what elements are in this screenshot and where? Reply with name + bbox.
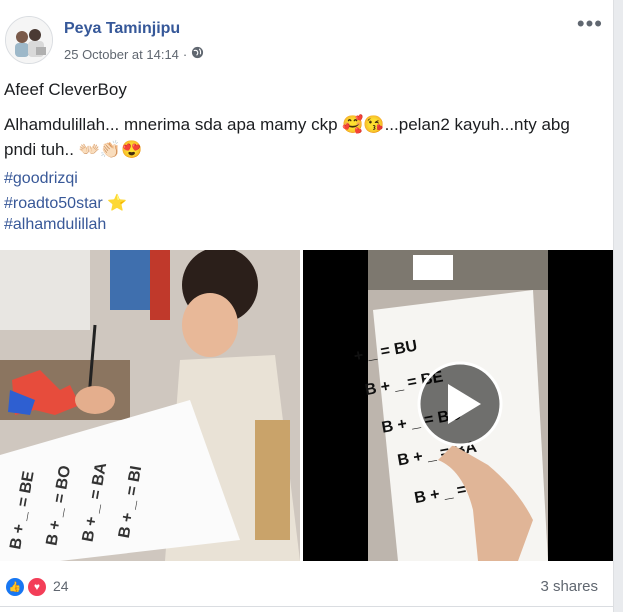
love-icon[interactable]: ♥ [26, 576, 48, 598]
post-title: Afeef CleverBoy [4, 80, 127, 99]
post-body: Alhamdulillah... mnerima sda apa mamy ck… [4, 115, 570, 159]
globe-icon[interactable] [191, 46, 204, 62]
post-card: Peya Taminjipu 25 October at 14:14 · •••… [0, 0, 614, 612]
post-video[interactable]: + _ = BU B + _ = BE B + _ = BO B + _ = B… [303, 250, 613, 561]
post-meta: 25 October at 14:14 · [64, 46, 204, 62]
author-avatar[interactable] [5, 16, 53, 64]
post-photo[interactable]: B + _ = BE B + _ = BO B + _ = BA B + _ =… [0, 250, 300, 561]
hashtag-link[interactable]: #roadto50star ⭐ [4, 193, 127, 213]
like-icon[interactable]: 👍 [4, 576, 26, 598]
more-options-icon[interactable]: ••• [577, 13, 603, 35]
shares-count[interactable]: 3 shares [540, 578, 598, 595]
divider [0, 606, 613, 607]
play-icon[interactable] [417, 361, 503, 447]
reaction-count[interactable]: 24 [53, 578, 69, 594]
hashtag-link[interactable]: #goodrizqi [4, 170, 78, 188]
hashtag-link[interactable]: #alhamdulillah [4, 216, 106, 234]
author-name[interactable]: Peya Taminjipu [64, 20, 180, 38]
reactions-bar: 👍 ♥ 24 3 shares [0, 568, 613, 604]
post-timestamp[interactable]: 25 October at 14:14 [64, 47, 179, 62]
